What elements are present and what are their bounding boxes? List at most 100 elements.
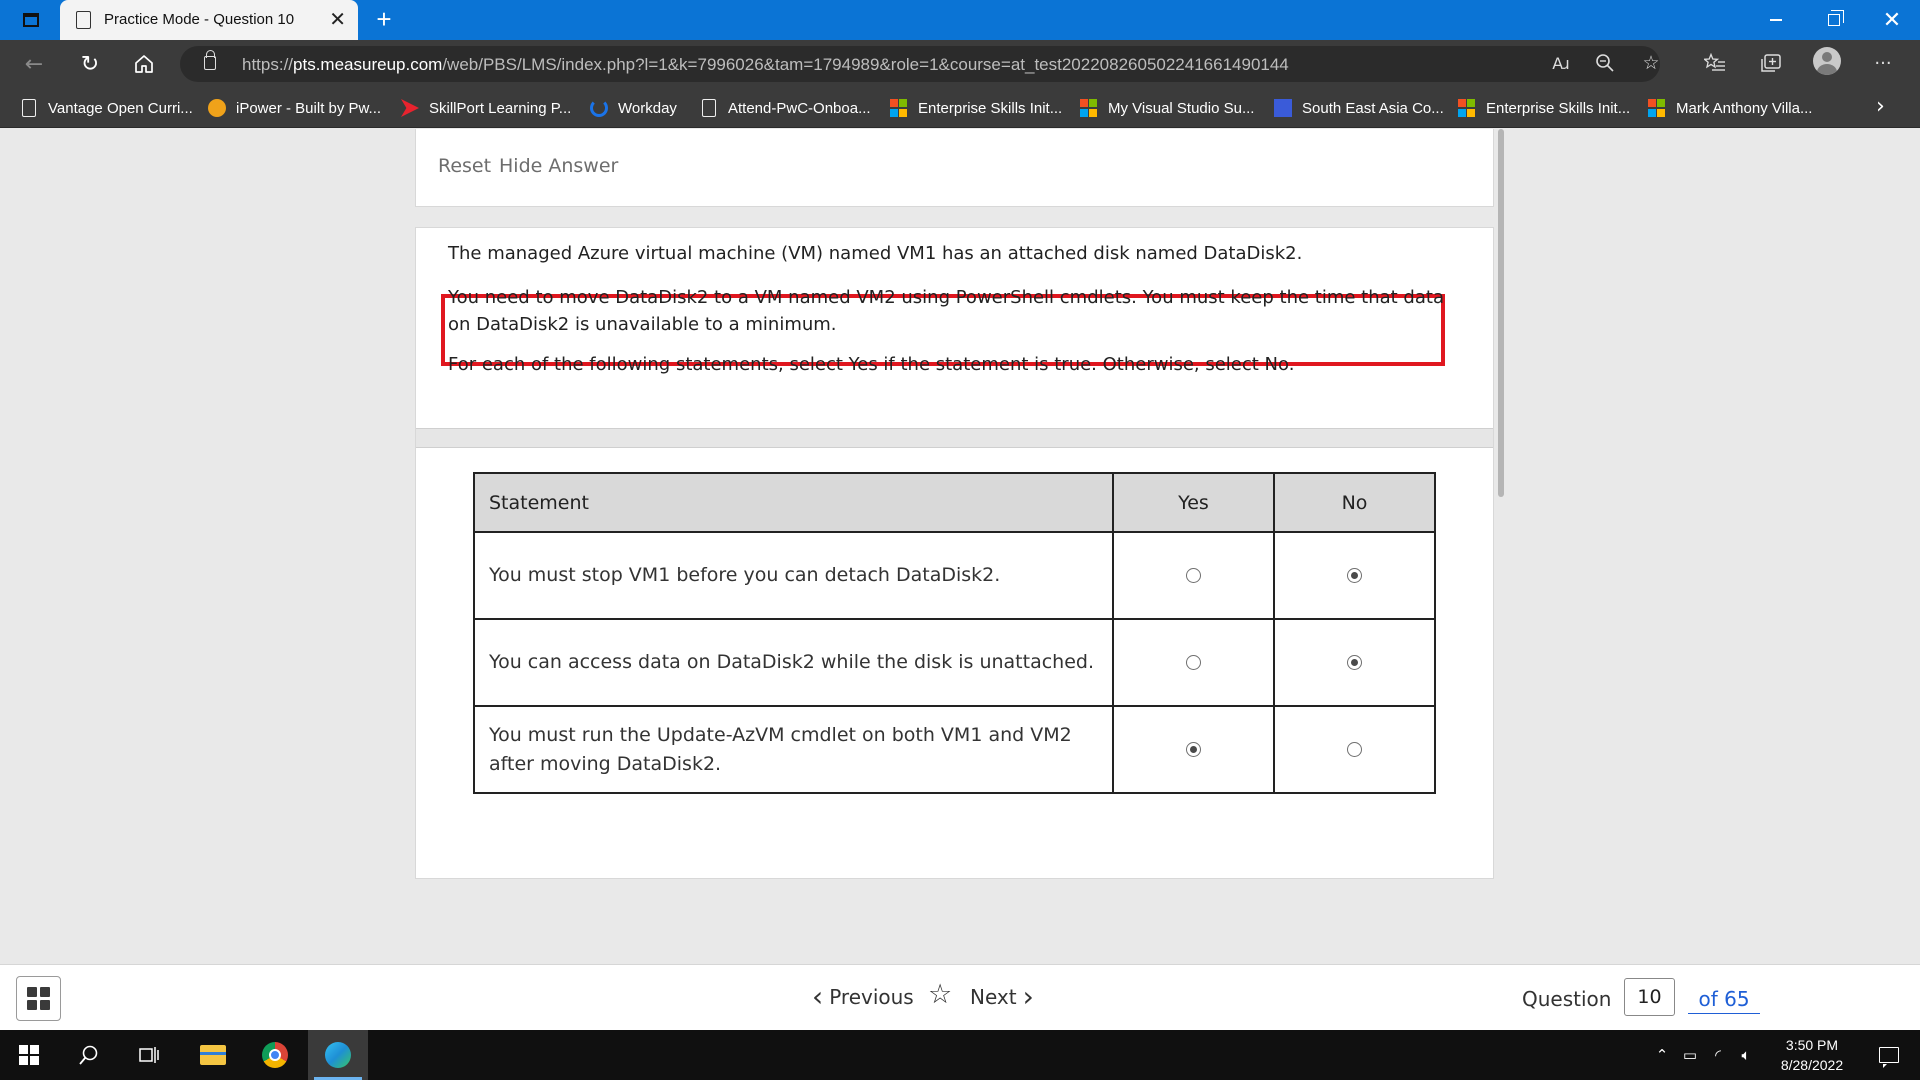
workspaces-button[interactable] [14,8,48,32]
column-header-yes: Yes [1112,472,1275,533]
yes-radio[interactable] [1186,568,1201,583]
no-radio[interactable] [1347,742,1362,757]
edge-button[interactable] [308,1030,368,1080]
favorite-item[interactable]: iPower - Built by Pw... [208,96,381,120]
new-tab-button[interactable]: + [368,4,400,36]
column-header-statement: Statement [473,472,1114,533]
yes-radio[interactable] [1186,742,1201,757]
reload-button[interactable]: ↻ [72,48,108,80]
yes-radio[interactable] [1186,655,1201,670]
favorites-icon[interactable] [1700,48,1730,78]
statement-table: Statement Yes No You must stop VM1 befor… [473,472,1436,794]
favorite-item[interactable]: My Visual Studio Su... [1080,96,1254,120]
file-explorer-button[interactable] [184,1030,242,1080]
yes-cell [1112,705,1275,794]
profile-button[interactable] [1812,46,1842,76]
yes-cell [1112,531,1275,620]
previous-button[interactable]: ‹ Previous [812,983,914,1011]
favorite-item[interactable]: Vantage Open Curri... [20,96,193,120]
table-header-row: Statement Yes No [473,472,1436,533]
question-navigation-bar: ‹ Previous ☆ Next › Question 10 of 65 [0,964,1920,1030]
search-button[interactable] [60,1030,118,1080]
chrome-button[interactable] [246,1030,304,1080]
battery-icon[interactable]: ▭ [1676,1046,1704,1064]
page-icon [22,99,36,117]
minimize-icon [1770,19,1782,21]
workday-icon [590,99,608,117]
microsoft-icon [1648,99,1666,117]
reload-icon: ↻ [80,51,100,77]
clock[interactable]: 3:50 PM 8/28/2022 [1762,1035,1862,1075]
ipower-icon [208,99,226,117]
browser-tab[interactable]: Practice Mode - Question 10 ✕ [60,0,358,40]
more-options-icon[interactable]: ··· [1868,48,1898,78]
favorite-item[interactable]: Mark Anthony Villa... [1648,96,1812,120]
favorite-item[interactable]: Workday [590,96,677,120]
statement-text: You must stop VM1 before you can detach … [473,531,1114,620]
favorite-item[interactable]: Enterprise Skills Init... [1458,96,1630,120]
notifications-button[interactable] [1864,1030,1914,1080]
answer-controls-panel: Reset Hide Answer [415,129,1494,207]
no-radio[interactable] [1347,655,1362,670]
back-arrow-icon: ← [24,51,44,77]
page-icon [76,11,91,29]
page-content: Reset Hide Answer The managed Azure virt… [0,129,1920,964]
avatar [1813,47,1841,75]
question-total-link[interactable]: of 65 [1688,987,1760,1014]
grid-icon [27,987,37,997]
lock-icon[interactable] [204,50,216,70]
hide-answer-link[interactable]: Hide Answer [499,155,618,177]
browser-toolbar: ← ↻ https://pts.measureup.com/web/PBS/LM… [0,40,1920,88]
wifi-icon[interactable]: ◜ [1704,1046,1732,1064]
question-grid-button[interactable] [16,976,61,1021]
question-instructions: For each of the following statements, se… [448,354,1295,375]
home-button[interactable] [126,48,162,80]
url-text[interactable]: https://pts.measureup.com/web/PBS/LMS/in… [242,55,1289,75]
favorite-item[interactable]: Enterprise Skills Init... [890,96,1062,120]
chevron-right-icon[interactable]: › [1876,94,1885,119]
back-button[interactable]: ← [16,48,52,80]
close-icon: ✕ [1882,7,1902,33]
statement-text: You must run the Update-AzVM cmdlet on b… [473,705,1114,794]
read-aloud-icon[interactable]: Aɹ [1546,48,1576,78]
clock-date: 8/28/2022 [1780,1057,1844,1073]
close-window-button[interactable]: ✕ [1864,0,1920,40]
question-panel: The managed Azure virtual machine (VM) n… [415,227,1494,879]
restore-icon [1828,10,1844,26]
favorite-item[interactable]: South East Asia Co... [1274,96,1444,120]
start-button[interactable] [0,1030,58,1080]
task-view-icon [139,1047,159,1063]
question-text: The managed Azure virtual machine (VM) n… [416,228,1493,428]
question-number-field[interactable]: 10 [1624,978,1675,1016]
divider [416,428,1493,448]
workspaces-icon [23,13,39,27]
address-bar[interactable]: https://pts.measureup.com/web/PBS/LMS/in… [180,46,1660,82]
favorite-item[interactable]: SkillPort Learning P... [401,96,571,120]
tab-close-icon[interactable]: ✕ [329,8,346,30]
task-view-button[interactable] [120,1030,178,1080]
windows-icon [19,1045,39,1065]
folder-icon [200,1045,226,1065]
sea-icon [1274,99,1292,117]
star-icon[interactable]: ☆ [928,979,952,1010]
microsoft-icon [890,99,908,117]
add-favorite-icon[interactable]: ☆ [1636,48,1666,78]
chevron-up-icon[interactable]: ⌃ [1648,1046,1676,1064]
edge-icon [325,1042,351,1068]
reset-link[interactable]: Reset [438,155,491,177]
collections-icon[interactable] [1756,48,1786,78]
question-paragraph-1: The managed Azure virtual machine (VM) n… [448,243,1303,264]
notification-icon [1879,1047,1899,1068]
scrollbar[interactable] [1498,129,1504,497]
no-radio[interactable] [1347,568,1362,583]
zoom-icon[interactable] [1590,48,1620,78]
volume-icon[interactable]: 🔈︎ [1732,1046,1760,1064]
chrome-icon [262,1042,288,1068]
favorite-item[interactable]: Attend-PwC-Onboa... [700,96,871,120]
yes-cell [1112,618,1275,707]
restore-button[interactable] [1806,0,1862,40]
windows-taskbar: ⌃ ▭ ◜ 🔈︎ 3:50 PM 8/28/2022 [0,1030,1920,1080]
question-paragraph-2: You need to move DataDisk2 to a VM named… [448,287,1444,335]
minimize-button[interactable] [1748,0,1804,40]
next-button[interactable]: Next › [970,983,1034,1011]
